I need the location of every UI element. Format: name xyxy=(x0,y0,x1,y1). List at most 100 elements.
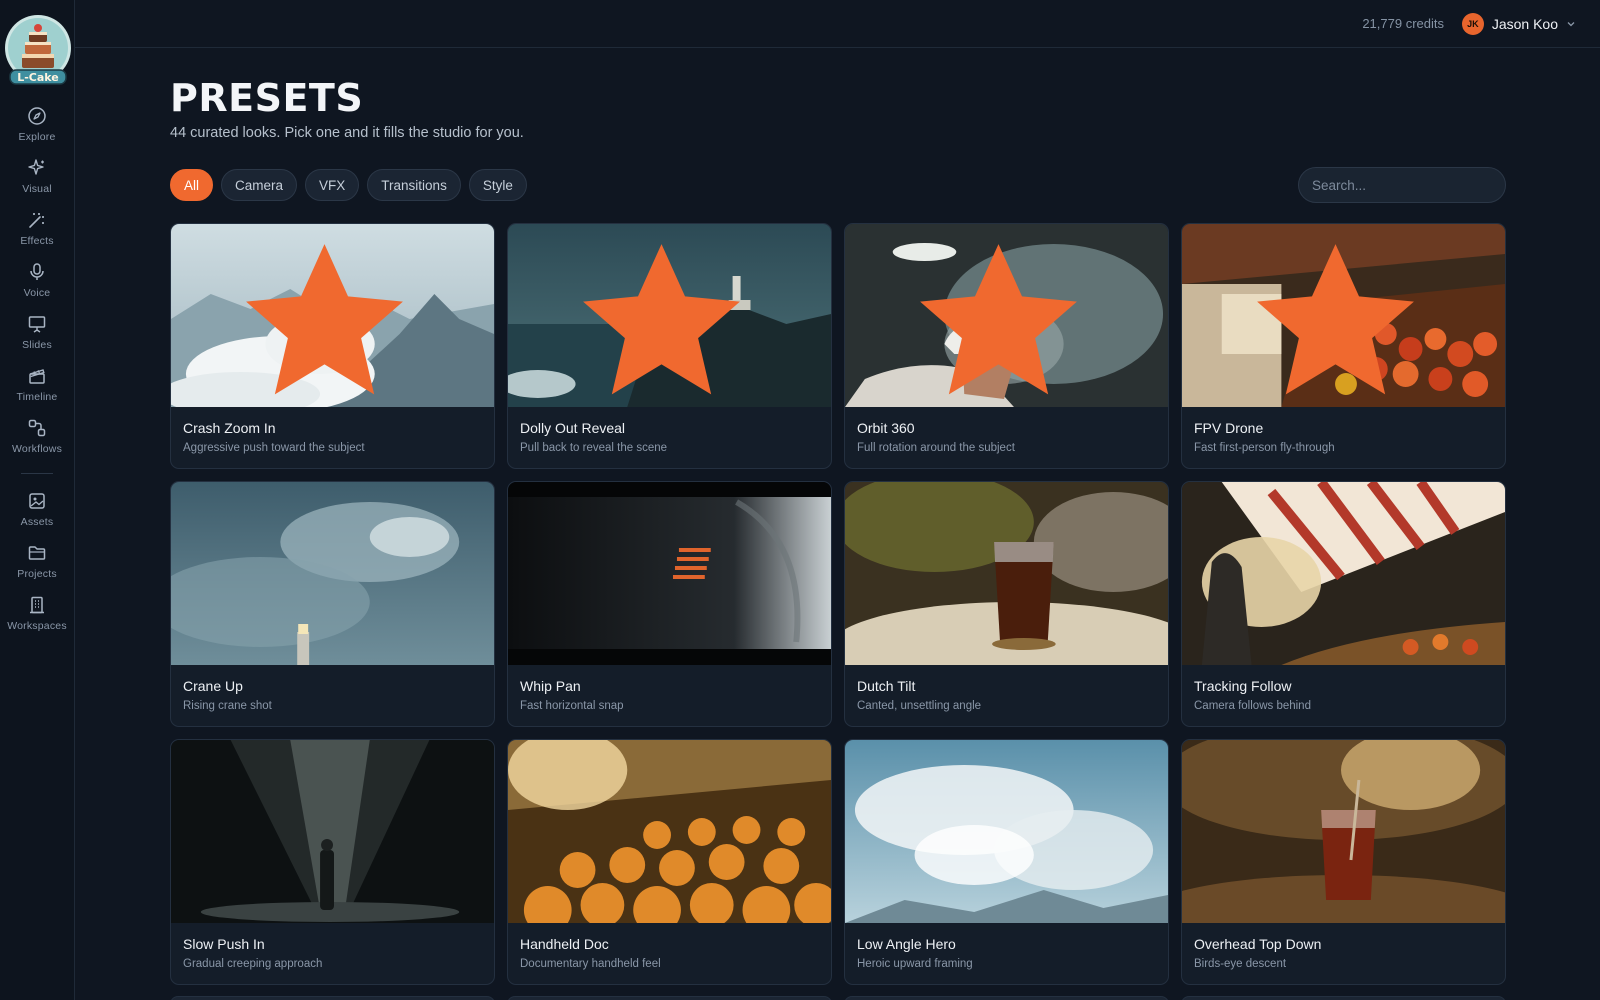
nav-workspaces[interactable]: Workspaces xyxy=(0,595,74,639)
filter-chip-camera[interactable]: Camera xyxy=(221,169,298,201)
nav-label-explore: Explore xyxy=(18,131,56,143)
preset-description: Rising crane shot xyxy=(183,700,272,712)
nav-assets[interactable]: Assets xyxy=(0,491,74,535)
preset-thumbnail xyxy=(1182,224,1505,407)
nav-label-workspaces: Workspaces xyxy=(7,620,67,632)
sidebar-divider xyxy=(21,473,53,474)
preset-title: FPV Drone xyxy=(1194,420,1264,436)
preset-description: Pull back to reveal the scene xyxy=(520,442,668,454)
logo-text: L-Cake xyxy=(17,71,59,84)
preset-card[interactable]: Dolly Out Reveal Pull back to reveal the… xyxy=(507,223,832,469)
preset-card[interactable]: Low Angle Hero Heroic upward framing xyxy=(844,739,1169,985)
avatar: JK xyxy=(1461,13,1484,35)
preset-card[interactable]: Whip Pan Fast horizontal snap xyxy=(507,481,832,727)
preset-card[interactable]: Crane Up Rising crane shot xyxy=(170,481,495,727)
preset-description: Fast first-person fly-through xyxy=(1194,442,1335,454)
preset-card-peek xyxy=(170,996,495,1000)
filter-chip-transitions[interactable]: Transitions xyxy=(367,169,461,201)
preset-title: Orbit 360 xyxy=(857,420,915,436)
page-subtitle: 44 curated looks. Pick one and it fills … xyxy=(170,125,524,141)
preset-card-peek xyxy=(507,996,832,1000)
nav-label-voice: Voice xyxy=(23,287,51,299)
nav-label-visual: Visual xyxy=(22,183,52,195)
star-icon[interactable] xyxy=(508,231,823,407)
preset-title: Overhead Top Down xyxy=(1194,936,1322,952)
nav-workflows[interactable]: Workflows xyxy=(0,418,74,462)
preset-title: Dolly Out Reveal xyxy=(520,420,626,436)
nav-effects[interactable]: Effects xyxy=(0,210,74,254)
page-title: PRESETS xyxy=(170,76,364,120)
preset-grid: Crash Zoom In Aggressive push toward the… xyxy=(170,223,1506,985)
preset-card[interactable]: Handheld Doc Documentary handheld feel xyxy=(507,739,832,985)
preset-description: Fast horizontal snap xyxy=(520,700,624,712)
compass-icon xyxy=(28,107,46,125)
preset-card[interactable]: Overhead Top Down Birds-eye descent xyxy=(1181,739,1506,985)
preset-description: Full rotation around the subject xyxy=(857,442,1015,454)
preset-card-peek xyxy=(844,996,1169,1000)
star-icon[interactable] xyxy=(171,231,486,407)
preset-thumbnail xyxy=(171,482,494,665)
preset-card[interactable]: Crash Zoom In Aggressive push toward the… xyxy=(170,223,495,469)
preset-description: Documentary handheld feel xyxy=(520,958,661,970)
sparkle-icon xyxy=(28,159,44,175)
preset-card-peek xyxy=(1181,996,1506,1000)
nav-voice[interactable]: Voice xyxy=(0,262,74,306)
presentation-icon xyxy=(28,316,46,333)
clapperboard-icon xyxy=(29,369,45,384)
nav-label-assets: Assets xyxy=(20,516,54,528)
preset-title: Whip Pan xyxy=(520,678,581,694)
nav-explore[interactable]: Explore xyxy=(0,106,74,150)
preset-card[interactable]: Orbit 360 Full rotation around the subje… xyxy=(844,223,1169,469)
preset-title: Crane Up xyxy=(183,678,243,694)
app-logo[interactable]: L-Cake xyxy=(4,10,72,90)
filter-chip-style[interactable]: Style xyxy=(468,169,527,201)
filter-chip-vfx[interactable]: VFX xyxy=(305,169,360,201)
preset-title: Slow Push In xyxy=(183,936,265,952)
preset-description: Birds-eye descent xyxy=(1194,958,1287,970)
star-icon[interactable] xyxy=(1182,231,1497,407)
workflow-icon xyxy=(28,419,46,437)
folder-icon xyxy=(28,546,46,560)
nav-label-slides: Slides xyxy=(22,339,52,351)
microphone-icon xyxy=(30,263,44,280)
preset-thumbnail xyxy=(1182,482,1505,665)
preset-description: Canted, unsettling angle xyxy=(857,700,982,712)
image-gallery-icon xyxy=(29,493,45,509)
user-name: Jason Koo xyxy=(1491,16,1558,32)
preset-thumbnail xyxy=(845,482,1168,665)
sidebar: L-Cake Explore Visual Effects Voice Slid… xyxy=(0,0,75,1000)
nav-slides[interactable]: Slides xyxy=(0,314,74,358)
filter-chip-all[interactable]: All xyxy=(170,169,214,201)
search-input[interactable] xyxy=(1298,167,1506,203)
nav-projects[interactable]: Projects xyxy=(0,543,74,587)
preset-title: Handheld Doc xyxy=(520,936,609,952)
nav-timeline[interactable]: Timeline xyxy=(0,366,74,410)
preset-thumbnail xyxy=(845,740,1168,923)
preset-description: Aggressive push toward the subject xyxy=(183,442,365,454)
building-icon xyxy=(30,596,44,614)
nav-label-effects: Effects xyxy=(20,235,54,247)
top-bar: 21,779 credits JK Jason Koo xyxy=(75,0,1600,48)
chevron-down-icon xyxy=(1567,22,1575,27)
preset-title: Crash Zoom In xyxy=(183,420,276,436)
preset-card[interactable]: Tracking Follow Camera follows behind xyxy=(1181,481,1506,727)
preset-thumbnail xyxy=(508,740,831,923)
star-icon[interactable] xyxy=(845,231,1160,407)
filter-chips: All Camera VFX Transitions Style xyxy=(170,169,527,201)
nav-label-projects: Projects xyxy=(17,568,57,580)
nav-label-workflows: Workflows xyxy=(11,443,63,455)
preset-title: Low Angle Hero xyxy=(857,936,956,952)
preset-thumbnail xyxy=(1182,740,1505,923)
credits-balance: 21,779 credits xyxy=(1362,16,1444,31)
preset-description: Heroic upward framing xyxy=(857,958,973,970)
preset-card[interactable]: Dutch Tilt Canted, unsettling angle xyxy=(844,481,1169,727)
preset-thumbnail xyxy=(508,224,831,407)
preset-card[interactable]: FPV Drone Fast first-person fly-through xyxy=(1181,223,1506,469)
preset-description: Camera follows behind xyxy=(1194,700,1311,712)
nav-visual[interactable]: Visual xyxy=(0,158,74,202)
preset-card[interactable]: Slow Push In Gradual creeping approach xyxy=(170,739,495,985)
preset-thumbnail xyxy=(171,224,494,407)
user-menu[interactable]: JK Jason Koo xyxy=(1461,12,1576,36)
preset-thumbnail xyxy=(845,224,1168,407)
preset-description: Gradual creeping approach xyxy=(183,958,323,970)
